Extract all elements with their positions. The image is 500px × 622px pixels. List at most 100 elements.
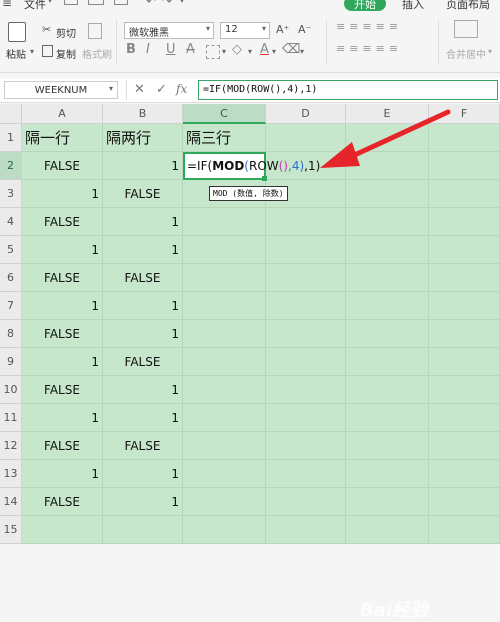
cell-f-4[interactable] [429, 208, 500, 236]
row-header[interactable]: 8 [0, 320, 22, 348]
cell-e-10[interactable] [346, 376, 429, 404]
cut-icon[interactable]: ✂ [42, 23, 51, 36]
undo-icon[interactable]: ↶ [146, 0, 156, 8]
cell-c-11[interactable] [183, 404, 266, 432]
merge-dropdown-icon[interactable]: ▾ [488, 47, 492, 56]
cell-d-7[interactable] [266, 292, 346, 320]
menu-icon[interactable]: ≡ [2, 0, 12, 10]
row-header[interactable]: 2 [0, 152, 22, 180]
cell-d-12[interactable] [266, 432, 346, 460]
cell-c-6[interactable] [183, 264, 266, 292]
eraser-dropdown-icon[interactable]: ▾ [300, 47, 304, 56]
cell-f-6[interactable] [429, 264, 500, 292]
cell-b-2[interactable]: 1 [103, 152, 183, 180]
cell-f-10[interactable] [429, 376, 500, 404]
strikethrough-icon[interactable]: A [186, 42, 195, 57]
row-header[interactable]: 7 [0, 292, 22, 320]
cell-b-10[interactable]: 1 [103, 376, 183, 404]
cell-f-15[interactable] [429, 516, 500, 544]
cell-e-14[interactable] [346, 488, 429, 516]
cell-a-12[interactable]: FALSE [22, 432, 103, 460]
cell-a-6[interactable]: FALSE [22, 264, 103, 292]
cell-f-8[interactable] [429, 320, 500, 348]
cell-a-14[interactable]: FALSE [22, 488, 103, 516]
cell-d-8[interactable] [266, 320, 346, 348]
cell-a-9[interactable]: 1 [22, 348, 103, 376]
save-icon[interactable] [64, 0, 78, 5]
preview-icon[interactable] [114, 0, 128, 5]
cell-a-15[interactable] [22, 516, 103, 544]
cell-a-11[interactable]: 1 [22, 404, 103, 432]
cell-e-9[interactable] [346, 348, 429, 376]
row-header[interactable]: 9 [0, 348, 22, 376]
name-box[interactable]: WEEKNUM ▾ [4, 81, 118, 99]
font-color-icon[interactable]: A [260, 42, 269, 57]
cell-e-8[interactable] [346, 320, 429, 348]
cell-a-8[interactable]: FALSE [22, 320, 103, 348]
file-dropdown-icon[interactable]: ▾ [48, 0, 52, 5]
cell-c-9[interactable] [183, 348, 266, 376]
fx-icon[interactable]: fx [176, 82, 187, 96]
copy-button[interactable]: 复制 [56, 46, 76, 61]
cell-e-7[interactable] [346, 292, 429, 320]
cell-c-14[interactable] [183, 488, 266, 516]
cell-b-11[interactable]: 1 [103, 404, 183, 432]
cell-d-14[interactable] [266, 488, 346, 516]
cell-f-11[interactable] [429, 404, 500, 432]
column-header-b[interactable]: B [103, 104, 183, 124]
cell-a-10[interactable]: FALSE [22, 376, 103, 404]
cell-d-6[interactable] [266, 264, 346, 292]
cell-b-14[interactable]: 1 [103, 488, 183, 516]
fill-dropdown-icon[interactable]: ▾ [248, 47, 252, 56]
print-icon[interactable] [88, 0, 104, 5]
cell-f-3[interactable] [429, 180, 500, 208]
cell-a-3[interactable]: 1 [22, 180, 103, 208]
formula-input[interactable]: =IF(MOD(ROW(),4),1) [198, 80, 498, 100]
paste-icon[interactable] [8, 22, 26, 42]
font-color-dropdown-icon[interactable]: ▾ [272, 47, 276, 56]
cell-f-5[interactable] [429, 236, 500, 264]
row-header[interactable]: 10 [0, 376, 22, 404]
cell-c-12[interactable] [183, 432, 266, 460]
row-header[interactable]: 3 [0, 180, 22, 208]
row-header[interactable]: 14 [0, 488, 22, 516]
cell-b-6[interactable]: FALSE [103, 264, 183, 292]
cell-b-1[interactable]: 隔两行 [103, 124, 183, 152]
cell-a-7[interactable]: 1 [22, 292, 103, 320]
cell-f-7[interactable] [429, 292, 500, 320]
align-top-icons[interactable]: ≡≡≡≡≡ [336, 20, 402, 33]
font-name-select[interactable]: 微软雅黑 ▾ [124, 22, 214, 39]
cell-a-4[interactable]: FALSE [22, 208, 103, 236]
redo-icon[interactable]: ↷ [162, 0, 172, 8]
cell-b-7[interactable]: 1 [103, 292, 183, 320]
active-cell-editor[interactable]: =IF(MOD(ROW() ,4) ,1) [183, 152, 320, 180]
cut-button[interactable]: 剪切 [56, 25, 76, 40]
cell-c-13[interactable] [183, 460, 266, 488]
cell-c-7[interactable] [183, 292, 266, 320]
cell-c-8[interactable] [183, 320, 266, 348]
font-shrink-button[interactable]: A⁻ [298, 23, 311, 36]
align-horizontal-icons[interactable]: ≡≡≡≡≡ [336, 42, 402, 55]
cell-a-2[interactable]: FALSE [22, 152, 103, 180]
cell-e-13[interactable] [346, 460, 429, 488]
merge-center-button[interactable]: 合并居中 [446, 46, 486, 61]
cell-b-8[interactable]: 1 [103, 320, 183, 348]
cell-e-15[interactable] [346, 516, 429, 544]
row-header[interactable]: 5 [0, 236, 22, 264]
more-dropdown-icon[interactable]: ▾ [180, 0, 184, 5]
cell-e-11[interactable] [346, 404, 429, 432]
cell-d-15[interactable] [266, 516, 346, 544]
cell-e-12[interactable] [346, 432, 429, 460]
select-all-corner[interactable] [0, 104, 22, 124]
cell-f-9[interactable] [429, 348, 500, 376]
row-header[interactable]: 13 [0, 460, 22, 488]
row-header[interactable]: 15 [0, 516, 22, 544]
tab-insert[interactable]: 插入 [402, 0, 424, 12]
copy-icon[interactable] [42, 45, 53, 57]
cell-c-10[interactable] [183, 376, 266, 404]
confirm-icon[interactable]: ✓ [156, 82, 167, 97]
paste-dropdown-icon[interactable]: ▾ [30, 47, 34, 56]
cell-c-4[interactable] [183, 208, 266, 236]
merge-icon[interactable] [454, 20, 478, 38]
cell-c-5[interactable] [183, 236, 266, 264]
